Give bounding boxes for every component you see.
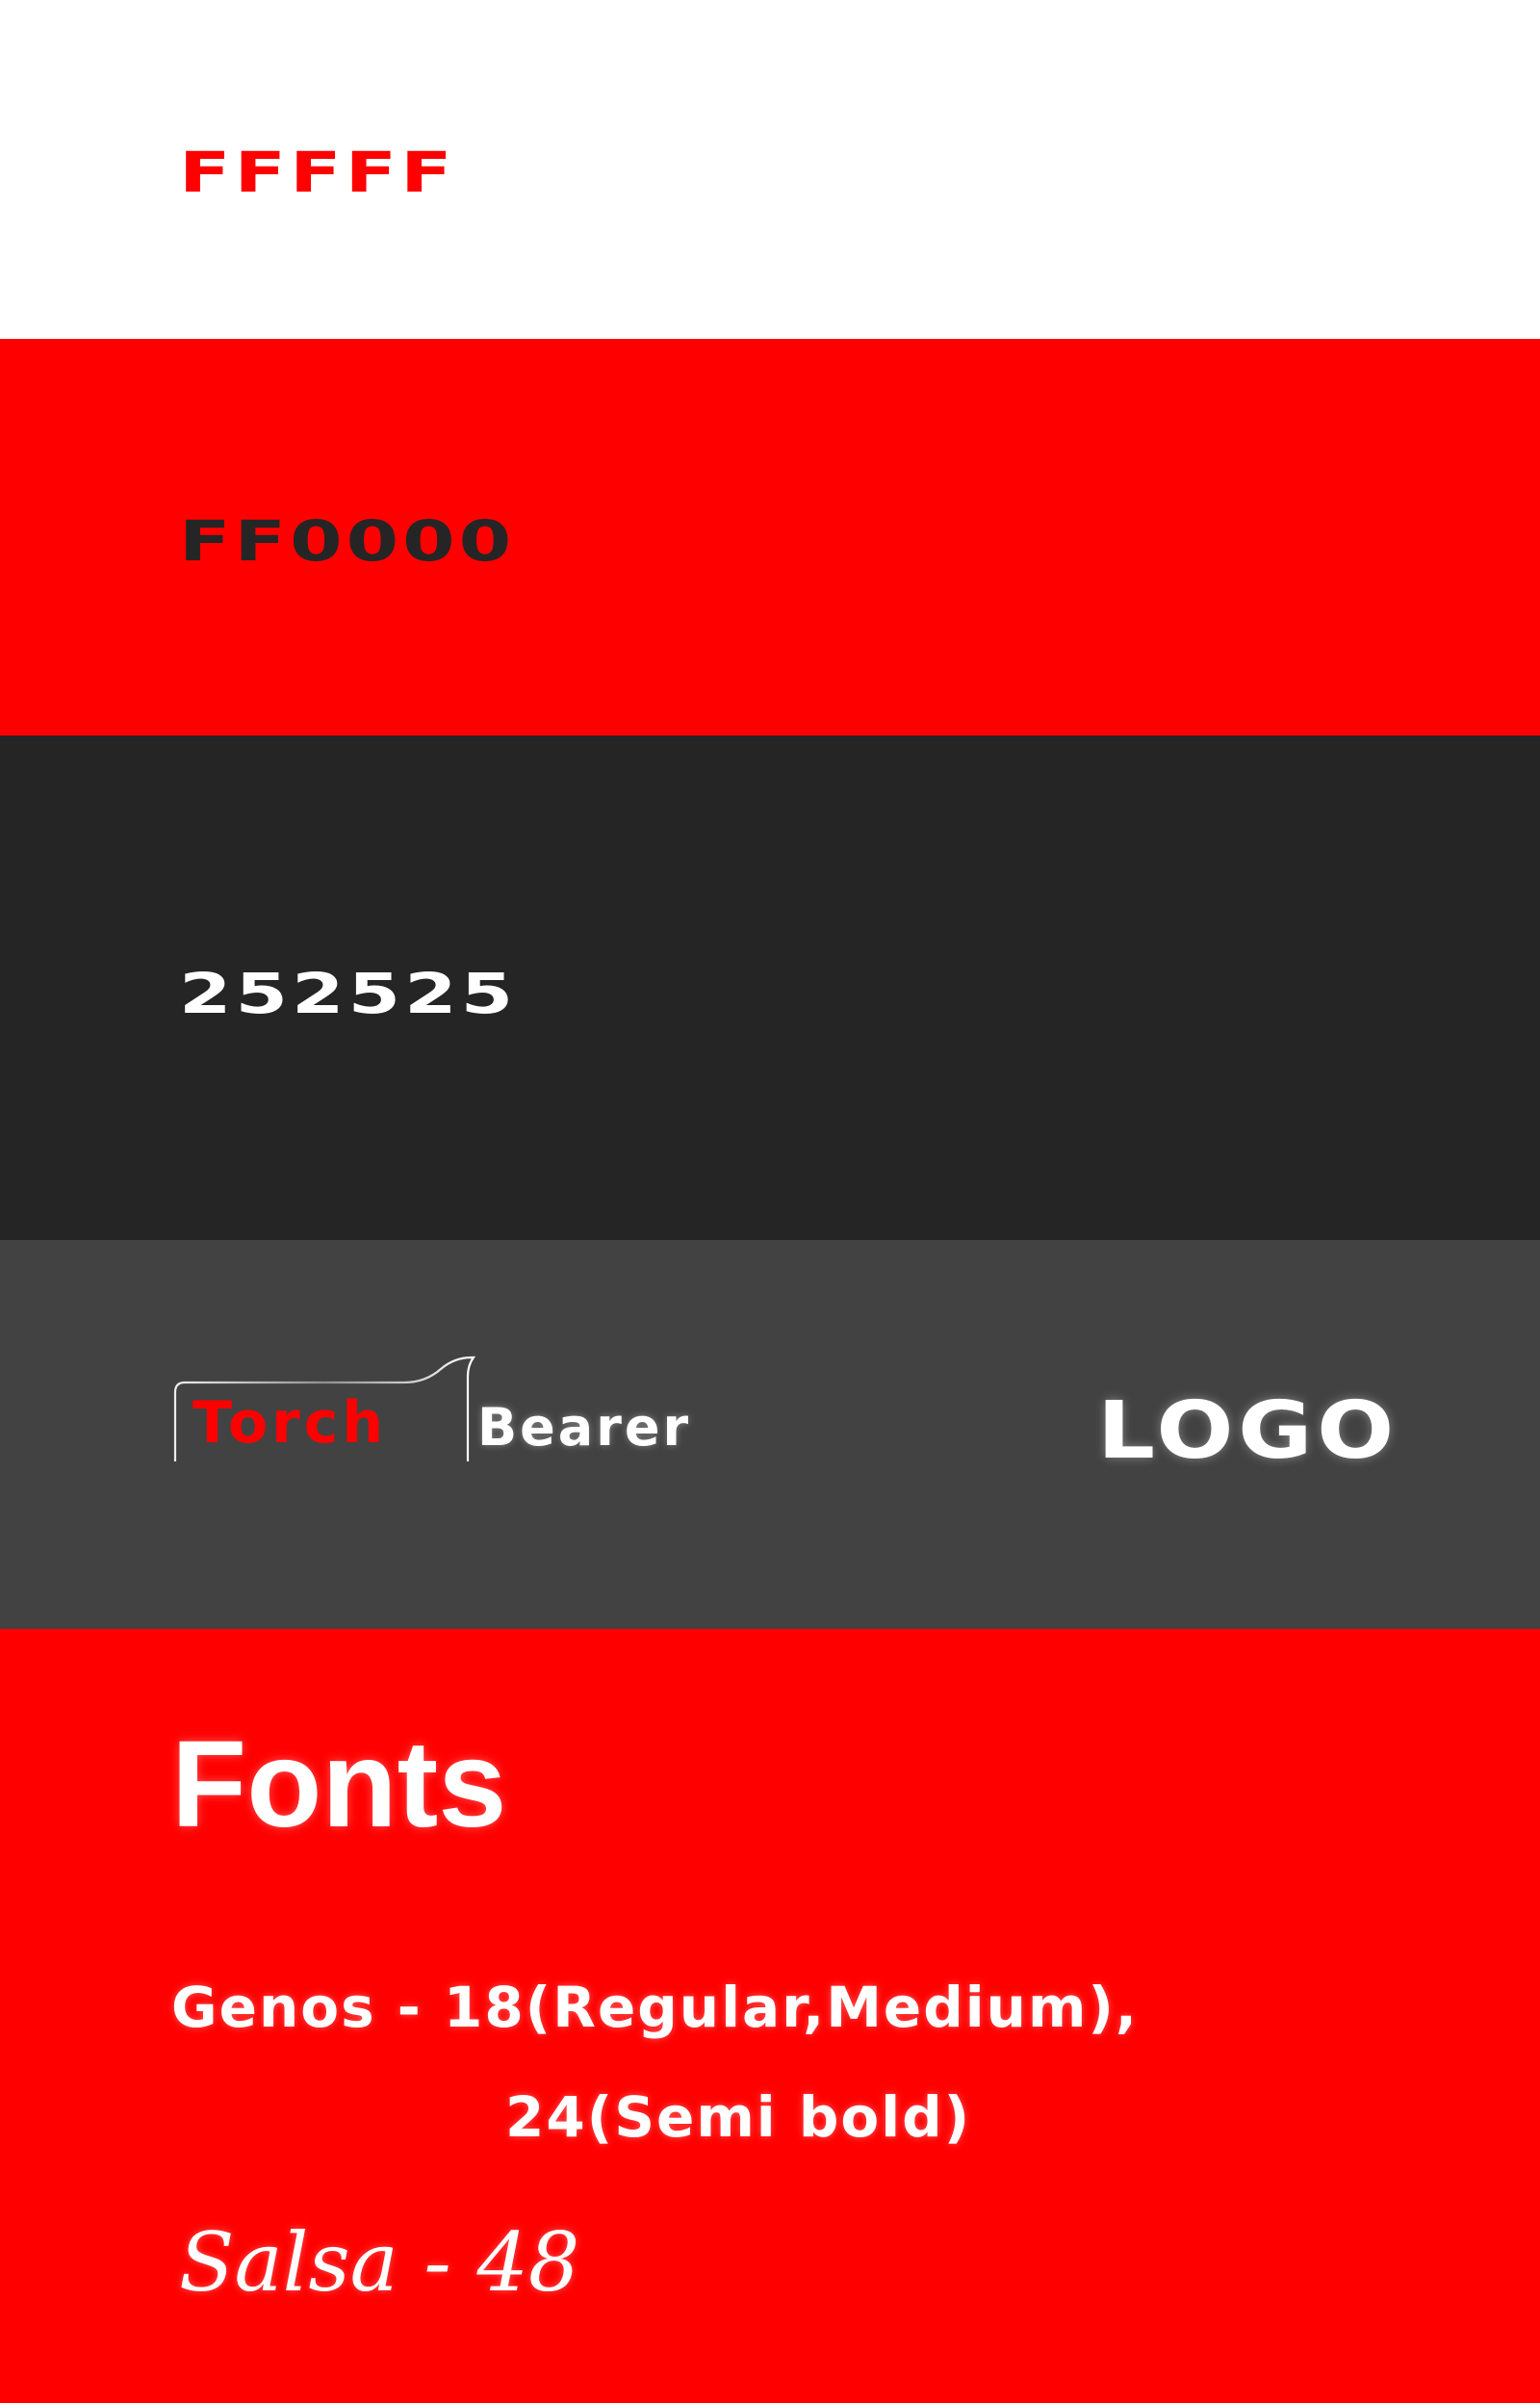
swatch-red-label: FF0000 (179, 508, 516, 574)
logo-bearer-text: Bearer (477, 1397, 692, 1458)
logo-wordmark: LOGO (1097, 1385, 1399, 1477)
torchbearer-logo: Torch Bearer (173, 1348, 770, 1463)
genos-font-line-2: 24(Semi bold) (505, 2084, 972, 2150)
fonts-title: Fonts (171, 1716, 507, 1853)
salsa-font-line: Salsa - 48 (179, 2215, 580, 2310)
swatch-dark-label: 252525 (179, 961, 518, 1026)
swatch-white-label: FFFFF (179, 140, 456, 205)
logo-torch-text: Torch (192, 1389, 388, 1457)
genos-font-line-1: Genos - 18(Regular,Medium), (171, 1975, 1139, 2040)
